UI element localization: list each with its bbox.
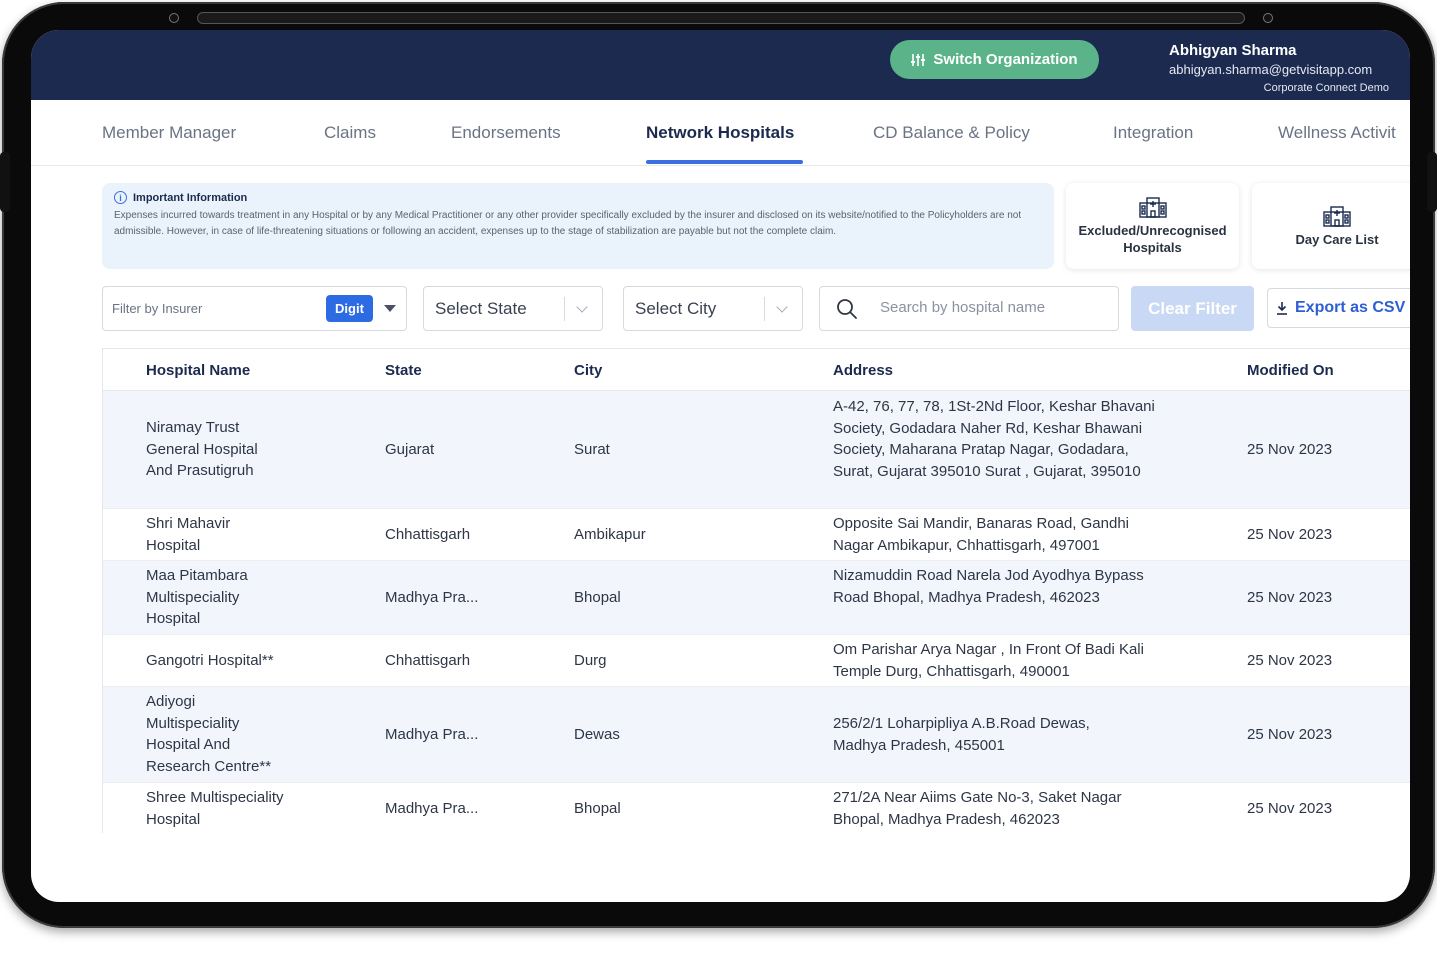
state-cell: Madhya Pra... (385, 726, 479, 743)
state-select-value: Select State (435, 299, 527, 318)
modified-on-cell: 25 Nov 2023 (1247, 589, 1333, 606)
city-select-value: Select City (635, 299, 717, 318)
address-cell: 256/2/1 Loharpipliya A.B.Road Dewas, Mad… (833, 715, 1090, 754)
organization-name: Corporate Connect Demo (1263, 82, 1389, 94)
modified-on-cell: 25 Nov 2023 (1247, 726, 1333, 743)
hospital-search (819, 286, 1119, 331)
side-button (1427, 152, 1437, 212)
hospital-name-cell: Shree Multispeciality Hospital (146, 789, 284, 828)
insurer-filter[interactable]: Filter by Insurer Digit (102, 286, 407, 331)
city-cell: Durg (574, 652, 607, 669)
search-input[interactable] (880, 299, 1100, 316)
camera-dot (169, 13, 179, 23)
table-row[interactable]: Niramay Trust General Hospital And Prasu… (103, 391, 1410, 509)
device-frame: Switch Organization Abhigyan Sharma abhi… (0, 2, 1437, 928)
switch-organization-label: Switch Organization (933, 51, 1078, 68)
app-screen: Switch Organization Abhigyan Sharma abhi… (31, 30, 1410, 902)
day-care-list-label: Day Care List (1295, 231, 1379, 247)
state-select[interactable]: Select State (423, 286, 603, 331)
hospital-name-cell: Gangotri Hospital** (146, 652, 274, 669)
search-icon (837, 299, 857, 319)
tab-endorsements[interactable]: Endorsements (451, 123, 561, 143)
select-separator (564, 297, 565, 321)
excluded-hospitals-card[interactable]: Excluded/Unrecognised Hospitals (1066, 183, 1239, 269)
excluded-hospitals-label: Excluded/Unrecognised Hospitals (1078, 223, 1227, 255)
top-header: Switch Organization Abhigyan Sharma abhi… (31, 30, 1410, 100)
table-row[interactable]: Shree Multispeciality Hospital Madhya Pr… (103, 783, 1410, 833)
column-header-modified-on[interactable]: Modified On (1247, 362, 1334, 379)
state-cell: Madhya Pra... (385, 589, 479, 606)
clear-filter-button[interactable]: Clear Filter (1131, 286, 1254, 331)
address-cell: Opposite Sai Mandir, Banaras Road, Gandh… (833, 515, 1130, 554)
insurer-chip[interactable]: Digit (326, 295, 373, 322)
column-header-address[interactable]: Address (833, 362, 893, 379)
download-icon (1277, 302, 1287, 315)
sliders-icon (911, 53, 926, 66)
day-care-list-card[interactable]: Day Care List (1252, 183, 1410, 269)
user-name: Abhigyan Sharma (1169, 42, 1297, 59)
city-cell: Dewas (574, 726, 620, 743)
device-top-bar (197, 12, 1245, 24)
modified-on-cell: 25 Nov 2023 (1247, 441, 1333, 458)
info-title-text: Important Information (133, 191, 248, 204)
user-email: abhigyan.sharma@getvisitapp.com (1169, 62, 1373, 77)
tab-claims[interactable]: Claims (324, 123, 376, 143)
state-cell: Gujarat (385, 441, 435, 458)
chevron-down-icon (776, 301, 788, 313)
modified-on-cell: 25 Nov 2023 (1247, 800, 1333, 817)
table-row[interactable]: Maa Pitambara Multispeciality Hospital M… (103, 561, 1410, 635)
insurer-filter-label: Filter by Insurer (112, 301, 203, 316)
column-header-state[interactable]: State (385, 362, 422, 379)
state-cell: Chhattisgarh (385, 652, 471, 669)
address-cell: Om Parishar Arya Nagar , In Front Of Bad… (833, 641, 1144, 680)
switch-organization-button[interactable]: Switch Organization (890, 40, 1099, 79)
address-cell: A-42, 76, 77, 78, 1St-2Nd Floor, Keshar … (833, 398, 1155, 481)
address-cell: Nizamuddin Road Narela Jod Ayodhya Bypas… (833, 567, 1144, 606)
city-cell: Ambikapur (574, 526, 646, 543)
caret-down-icon[interactable] (384, 305, 396, 312)
export-csv-label: Export as CSV (1295, 299, 1406, 316)
info-title: i Important Information (114, 191, 1044, 204)
hospital-name-cell: Niramay Trust General Hospital And Prasu… (146, 419, 258, 480)
column-header-city[interactable]: City (574, 362, 602, 379)
hospital-icon (1323, 205, 1351, 227)
side-button (0, 152, 10, 212)
tab-wellness-activities[interactable]: Wellness Activit (1278, 123, 1396, 143)
column-header-hospital-name[interactable]: Hospital Name (146, 362, 250, 379)
tab-member-manager[interactable]: Member Manager (102, 123, 236, 143)
active-tab-indicator (646, 160, 803, 164)
city-cell: Bhopal (574, 800, 621, 817)
camera-dot (1263, 13, 1273, 23)
table-row[interactable]: Gangotri Hospital** Chhattisgarh Durg Om… (103, 635, 1410, 687)
table-row[interactable]: Shri Mahavir Hospital Chhattisgarh Ambik… (103, 509, 1410, 561)
modified-on-cell: 25 Nov 2023 (1247, 652, 1333, 669)
city-select[interactable]: Select City (623, 286, 803, 331)
city-cell: Bhopal (574, 589, 621, 606)
select-separator (764, 297, 765, 321)
export-csv-button[interactable]: Export as CSV (1267, 288, 1410, 328)
hospital-name-cell: Shri Mahavir Hospital (146, 515, 231, 554)
modified-on-cell: 25 Nov 2023 (1247, 526, 1333, 543)
main-tabs: Member Manager Claims Endorsements Netwo… (31, 100, 1410, 166)
table-header: Hospital Name State City Address Modifie… (103, 349, 1410, 391)
chevron-down-icon (576, 301, 588, 313)
table-row[interactable]: Adiyogi Multispeciality Hospital And Res… (103, 687, 1410, 783)
state-cell: Madhya Pra... (385, 800, 479, 817)
hospital-name-cell: Adiyogi Multispeciality Hospital And Res… (146, 693, 272, 776)
hospital-icon (1138, 197, 1167, 218)
info-icon: i (114, 191, 127, 204)
state-cell: Chhattisgarh (385, 526, 471, 543)
hospitals-table: Hospital Name State City Address Modifie… (102, 348, 1410, 833)
info-text: Expenses incurred towards treatment in a… (114, 210, 1022, 237)
tab-integration[interactable]: Integration (1113, 123, 1193, 143)
important-information-box: i Important Information Expenses incurre… (102, 183, 1054, 269)
address-cell: 271/2A Near Aiims Gate No-3, Saket Nagar… (833, 789, 1122, 828)
tab-cd-balance-policy[interactable]: CD Balance & Policy (873, 123, 1030, 143)
hospital-name-cell: Maa Pitambara Multispeciality Hospital (146, 567, 248, 628)
city-cell: Surat (574, 441, 610, 458)
tab-network-hospitals[interactable]: Network Hospitals (646, 123, 794, 143)
